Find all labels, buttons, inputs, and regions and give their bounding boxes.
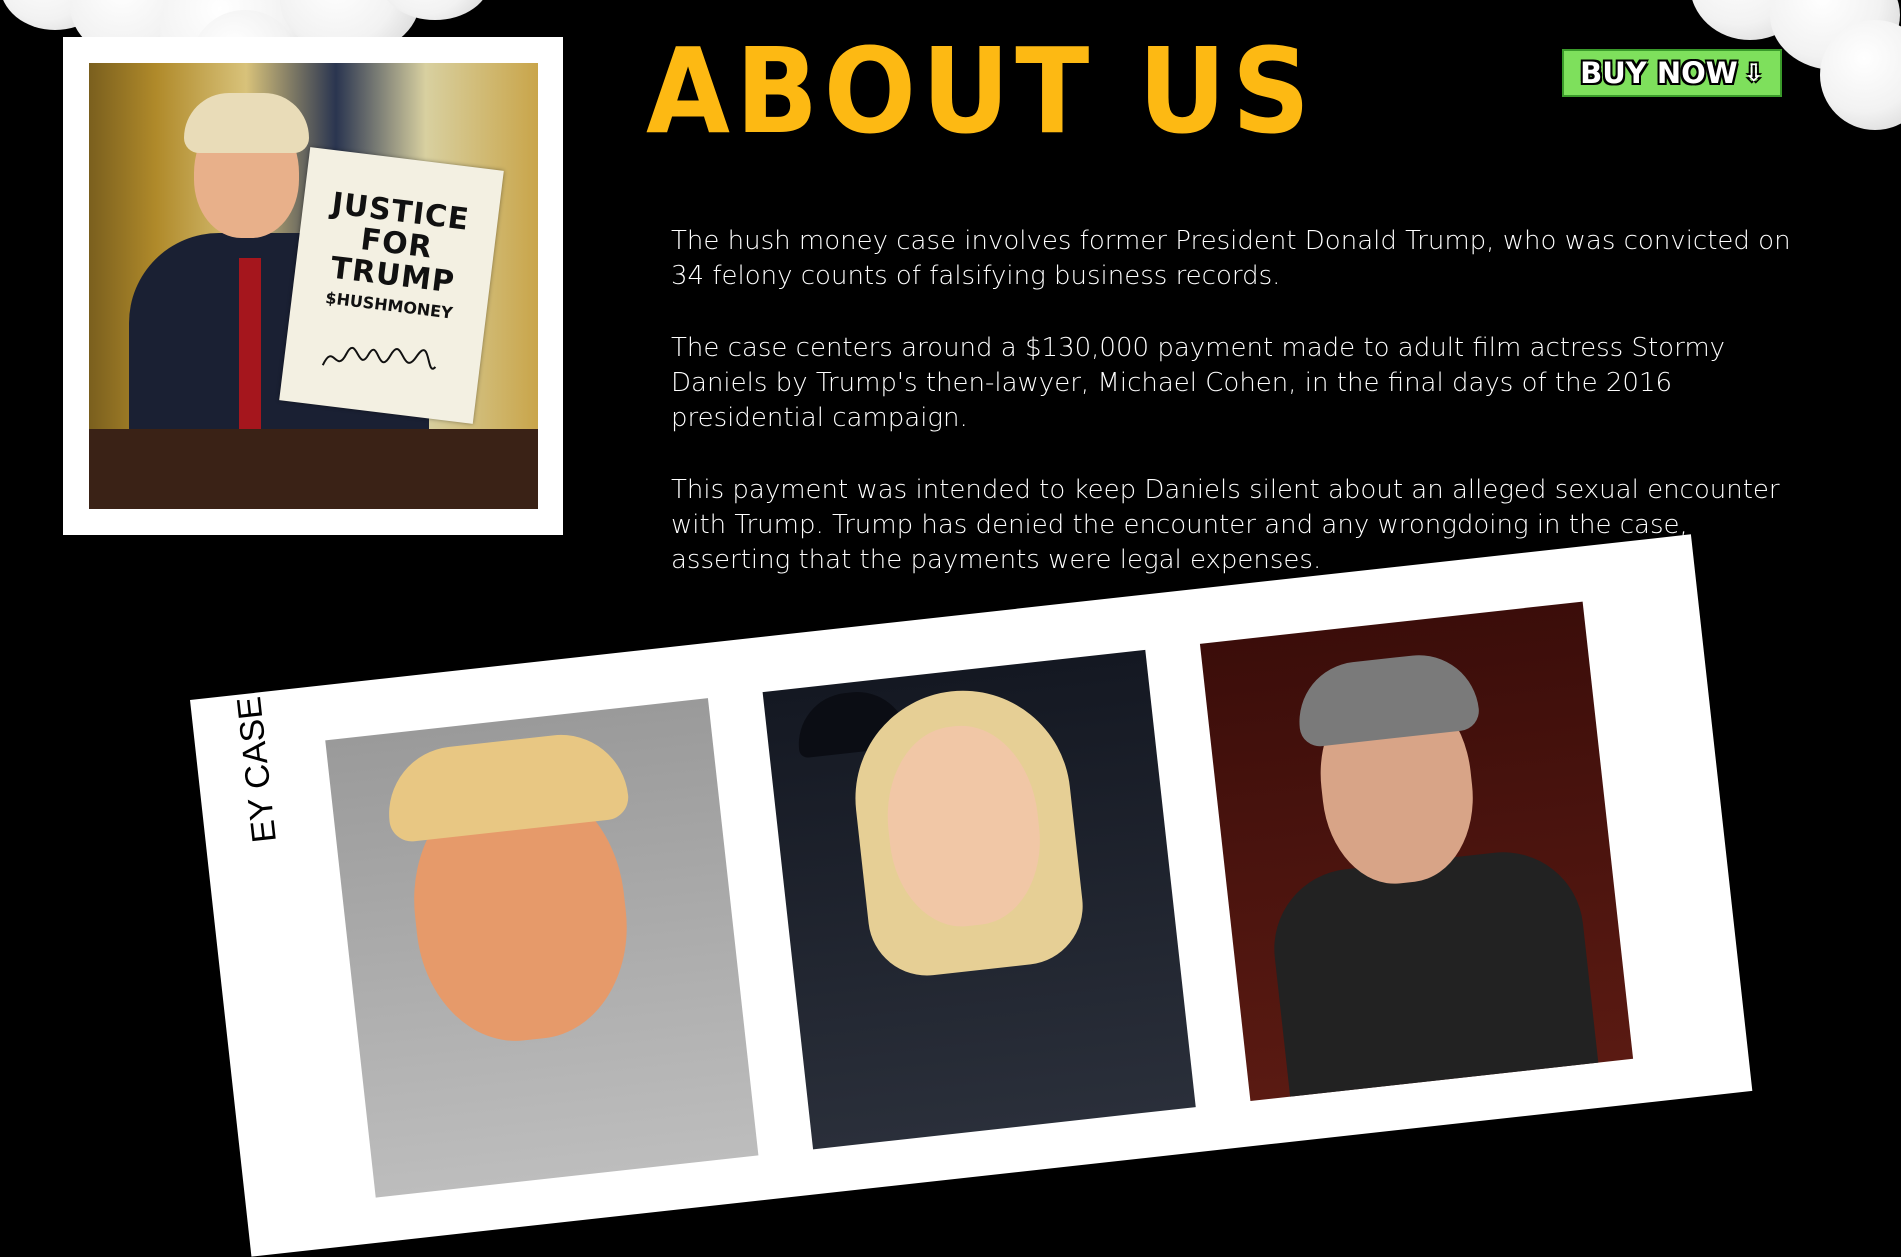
about-paragraph: The case centers around a $130,000 payme… — [671, 333, 1726, 433]
hero-photo-frame: JUSTICE FOR TRUMP $HUSHMONEY — [63, 37, 563, 535]
buy-now-button[interactable]: BUY NOW ⇩ — [1562, 49, 1782, 97]
strip-photo-cohen — [1199, 601, 1634, 1102]
strip-photo-trump — [325, 698, 759, 1198]
about-paragraph: The hush money case involves former Pres… — [671, 226, 1791, 291]
photo-sign: JUSTICE FOR TRUMP $HUSHMONEY — [279, 147, 504, 424]
signature-image — [321, 346, 437, 370]
photo-strip-label: EY CASE — [230, 694, 284, 845]
photo-figure-tie — [239, 258, 261, 438]
photo-body — [1266, 843, 1601, 1102]
hero-photo: JUSTICE FOR TRUMP $HUSHMONEY — [89, 63, 538, 509]
photo-strip: EY CASE — [190, 534, 1753, 1257]
photo-desk — [89, 429, 538, 509]
buy-now-label: BUY NOW — [1580, 56, 1738, 90]
strip-photo-daniels — [762, 649, 1196, 1150]
down-arrow-icon: ⇩ — [1743, 59, 1764, 87]
photo-figure-hair — [184, 93, 309, 153]
page-title: ABOUT US — [646, 22, 1316, 160]
